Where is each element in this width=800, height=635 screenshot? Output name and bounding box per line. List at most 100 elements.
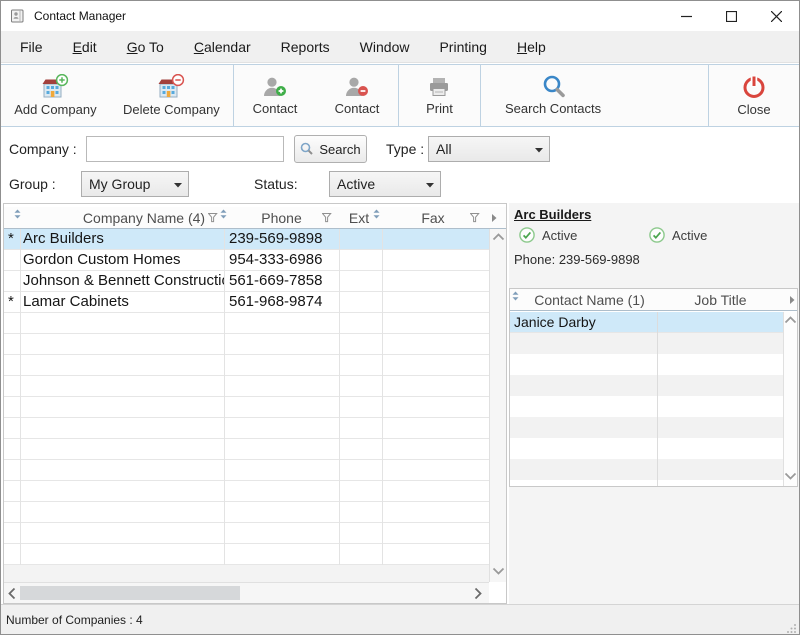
menu-help[interactable]: Help	[502, 31, 561, 62]
contact-rows: Janice Darby	[510, 312, 784, 333]
selected-company-name: Arc Builders	[514, 207, 591, 222]
scroll-right-icon[interactable]	[474, 587, 482, 600]
print-button[interactable]: Print	[416, 65, 463, 126]
header-scroll-right-icon[interactable]	[789, 296, 796, 305]
cell-fax	[385, 292, 485, 313]
close-window-button[interactable]	[754, 1, 799, 31]
delete-contact-button[interactable]: Contact	[325, 65, 390, 126]
row-marker: *	[8, 229, 20, 250]
resize-grip[interactable]	[787, 623, 797, 633]
app-icon	[10, 8, 26, 24]
filter-funnel-icon[interactable]	[322, 213, 332, 223]
cell-ext	[341, 229, 381, 250]
chevron-down-icon	[426, 183, 434, 188]
type-select[interactable]: All	[428, 136, 550, 162]
title-bar: Contact Manager	[1, 1, 799, 31]
delete-company-button[interactable]: Delete Company	[113, 65, 230, 126]
sort-updown-icon[interactable]	[373, 209, 380, 219]
scroll-up-icon[interactable]	[784, 316, 797, 324]
menu-goto[interactable]: Go To	[112, 31, 179, 62]
table-row[interactable]: Gordon Custom Homes 954-333-6986	[4, 250, 489, 271]
menu-reports[interactable]: Reports	[266, 31, 345, 62]
group-select[interactable]: My Group	[81, 171, 189, 197]
scroll-left-icon[interactable]	[8, 587, 16, 600]
vertical-scrollbar[interactable]	[783, 312, 797, 486]
company-count-text: Number of Companies : 4	[6, 613, 143, 627]
app-window: Contact Manager File Edit Go To Calendar…	[0, 0, 800, 635]
column-fax[interactable]: Fax	[397, 210, 469, 226]
scroll-up-icon[interactable]	[492, 233, 505, 241]
menu-file[interactable]: File	[5, 31, 58, 62]
empty-rows-grid	[4, 313, 489, 565]
group-label: Group :	[9, 176, 56, 192]
table-row[interactable]: * Lamar Cabinets 561-968-9874	[4, 292, 489, 313]
chevron-down-icon	[174, 183, 182, 188]
search-contacts-button[interactable]: Search Contacts	[495, 65, 611, 126]
horizontal-scrollbar[interactable]	[4, 582, 506, 603]
menu-edit[interactable]: Edit	[58, 31, 112, 62]
maximize-button[interactable]	[709, 1, 754, 31]
column-phone[interactable]: Phone	[234, 210, 329, 226]
type-label: Type :	[386, 141, 424, 157]
row-marker	[8, 250, 20, 271]
menu-bar: File Edit Go To Calendar Reports Window …	[1, 31, 799, 63]
company-label: Company :	[9, 141, 77, 157]
minimize-button[interactable]	[664, 1, 709, 31]
status-bar: Number of Companies : 4	[1, 604, 799, 635]
close-button[interactable]: Close	[727, 65, 780, 126]
column-job-title[interactable]: Job Title	[657, 292, 784, 308]
grid-line	[224, 229, 225, 565]
menu-calendar[interactable]: Calendar	[179, 31, 266, 62]
list-item[interactable]: Janice Darby	[510, 312, 784, 333]
menu-window[interactable]: Window	[345, 31, 425, 62]
cell-contact-name: Janice Darby	[514, 312, 654, 333]
contact-table-header: Contact Name (1) Job Title	[510, 289, 797, 311]
add-company-icon	[41, 74, 69, 99]
company-table: Company Name (4) Phone Ext Fax * Arc Bui…	[3, 203, 507, 604]
cell-fax	[385, 229, 485, 250]
add-company-button[interactable]: Add Company	[4, 65, 106, 126]
filter-funnel-icon[interactable]	[470, 213, 480, 223]
grid-line	[382, 229, 383, 565]
scrollbar-thumb[interactable]	[20, 586, 240, 600]
search-contacts-icon	[542, 75, 565, 98]
add-contact-icon	[262, 75, 288, 98]
sort-updown-icon[interactable]	[220, 209, 227, 219]
add-contact-button[interactable]: Contact	[243, 65, 308, 126]
search-icon	[300, 142, 314, 156]
scrollbar-corner	[489, 582, 506, 603]
table-footer-strip	[4, 565, 506, 582]
sort-updown-icon[interactable]	[512, 291, 519, 301]
cell-company-name: Gordon Custom Homes	[23, 250, 223, 271]
print-icon	[428, 76, 450, 98]
cell-fax	[385, 250, 485, 271]
delete-company-icon	[157, 74, 185, 99]
menu-printing[interactable]: Printing	[424, 31, 501, 62]
column-contact-name[interactable]: Contact Name (1)	[522, 292, 657, 308]
vertical-scrollbar[interactable]	[489, 229, 506, 582]
scroll-down-icon[interactable]	[784, 472, 797, 480]
scroll-down-icon[interactable]	[492, 567, 505, 575]
toolbar: Add Company Delete Company Contact Conta…	[1, 64, 799, 127]
cell-ext	[341, 271, 381, 292]
delete-contact-icon	[344, 75, 370, 98]
table-row[interactable]: * Arc Builders 239-569-9898	[4, 229, 489, 250]
selected-company-phone: Phone: 239-569-9898	[514, 252, 640, 267]
status-badge: Active	[519, 227, 577, 243]
column-ext[interactable]: Ext	[342, 210, 376, 226]
header-scroll-right-icon[interactable]	[491, 214, 498, 223]
cell-company-name: Johnson & Bennett Constructio	[23, 271, 224, 292]
table-row[interactable]: Johnson & Bennett Constructio 561-669-78…	[4, 271, 489, 292]
sort-updown-icon[interactable]	[14, 209, 21, 219]
status-select[interactable]: Active	[329, 171, 441, 197]
filter-funnel-icon[interactable]	[208, 213, 218, 223]
cell-phone: 239-569-9898	[229, 229, 337, 250]
cell-company-name: Lamar Cabinets	[23, 292, 223, 313]
company-search-input[interactable]	[86, 136, 284, 162]
cell-job-title	[660, 312, 780, 333]
search-button[interactable]: Search	[294, 135, 367, 163]
cell-company-name: Arc Builders	[23, 229, 223, 250]
empty-rows-grid	[510, 333, 784, 486]
grid-line	[339, 229, 340, 565]
grid-line	[657, 312, 658, 486]
